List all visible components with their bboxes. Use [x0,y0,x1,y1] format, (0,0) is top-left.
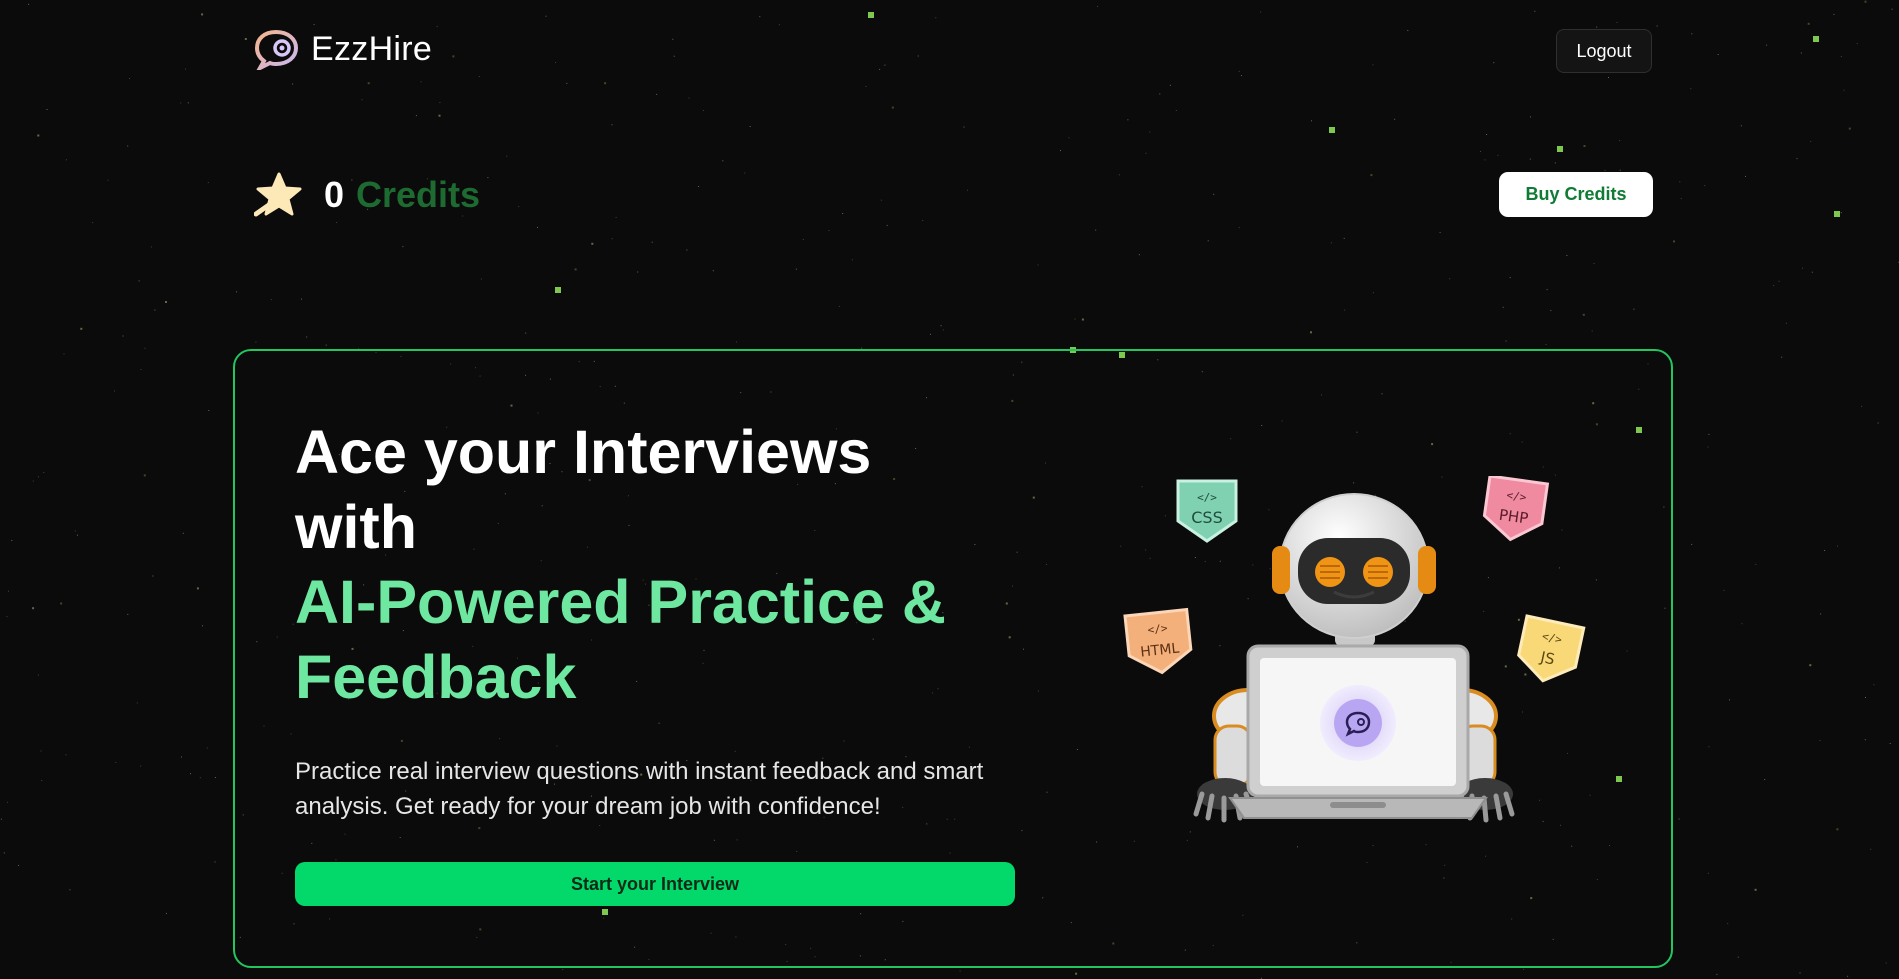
credits-count: 0 [324,174,345,215]
php-badge: </> PHP [1482,476,1550,542]
start-interview-button[interactable]: Start your Interview [295,862,1015,906]
laptop [1228,644,1488,819]
css-badge-label: CSS [1191,508,1222,527]
buy-credits-button[interactable]: Buy Credits [1499,172,1653,217]
hero-card: Ace your Interviews with AI-Powered Prac… [233,349,1673,968]
hero-title-line: Ace your Interviews [295,418,872,486]
brand[interactable]: EzzHire [252,28,432,70]
hero-title-accent-line: AI-Powered Practice & [295,568,946,636]
credits-label: Credits [356,174,481,215]
robot-illustration: </> CSS </> PHP </> HTML </> JS [1123,476,1586,823]
star-icon [254,172,302,217]
logout-button[interactable]: Logout [1556,29,1652,73]
hero-description: Practice real interview questions with i… [295,758,984,820]
js-badge: </> JS [1517,614,1586,683]
brand-name: EzzHire [311,29,433,68]
hero-title-line: with [295,493,417,561]
html-badge: </> HTML [1123,607,1193,675]
hero-title: Ace your Interviews with AI-Powered Prac… [295,415,1015,715]
hero-title-accent-line: Feedback [295,643,577,711]
html-badge-code: </> [1147,622,1168,637]
chat-bubble-logo-icon [254,29,299,70]
credits-display: 0 Credits [254,170,480,220]
css-badge: </> CSS [1176,479,1238,543]
css-badge-code: </> [1197,491,1217,504]
